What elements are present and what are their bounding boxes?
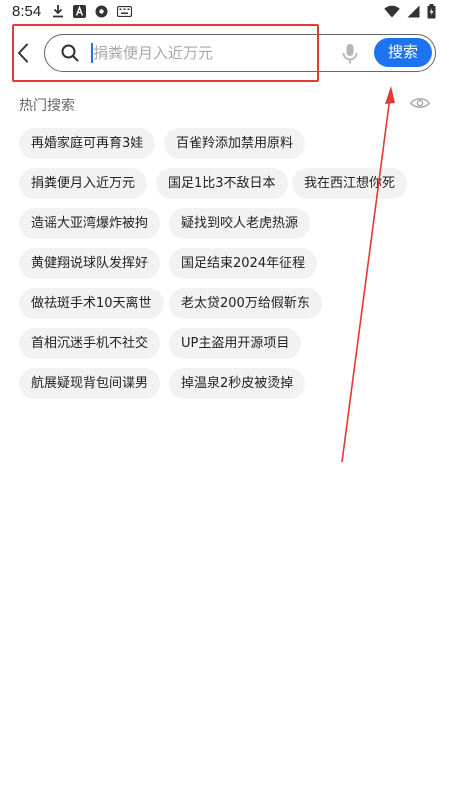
back-button[interactable] [12,40,34,66]
download-icon [53,5,63,18]
hot-search-tag[interactable]: 黄健翔说球队发挥好 [19,248,161,279]
status-bar: 8:54 [0,0,450,24]
search-input[interactable] [89,39,333,67]
hot-search-tag[interactable]: 捐粪便月入近万元 [19,168,148,199]
hot-search-tag[interactable]: 造谣大亚湾爆炸被拘 [19,208,161,239]
record-icon [95,5,108,17]
search-icon [61,44,79,62]
hot-search-tag[interactable]: 老太贷200万给假靳东 [169,288,322,319]
hot-search-title: 热门搜索 [19,98,75,114]
hot-search-tag[interactable]: 疑找到咬人老虎热源 [169,208,311,239]
search-box[interactable]: 搜索 [44,34,436,72]
hot-search-tag[interactable]: 首相沉迷手机不社交 [19,328,161,359]
hot-search-tag[interactable]: 再婚家庭可再育3娃 [19,128,156,159]
tag-row: 做祛斑手术10天离世 老太贷200万给假靳东 [19,288,439,320]
tag-row: 再婚家庭可再育3娃 百雀羚添加禁用原料 [19,128,439,160]
keyboard-icon [117,5,132,17]
search-button[interactable]: 搜索 [374,38,432,67]
status-icons-right [384,4,436,19]
hot-search-tag[interactable]: 百雀羚添加禁用原料 [164,128,306,159]
hot-search-tag[interactable]: UP主盗用开源项目 [169,328,302,359]
battery-icon [427,4,436,19]
signal-icon [407,5,420,18]
hot-search-tag[interactable]: 做祛斑手术10天离世 [19,288,164,319]
tag-row: 航展疑现背包间谍男 掉温泉2秒皮被烫掉 [19,368,439,400]
search-header: 搜索 [0,28,450,76]
tag-row: 造谣大亚湾爆炸被拘 疑找到咬人老虎热源 [19,208,439,240]
hot-search-tag[interactable]: 国足结束2024年征程 [169,248,318,279]
hot-search-tag[interactable]: 我在西江想你死 [292,168,408,199]
tag-row: 黄健翔说球队发挥好 国足结束2024年征程 [19,248,439,280]
screen: 8:54 捐粪便月入近万元 搜索 热门搜索 再婚家庭可再育3娃 百雀羚添加禁用原… [0,0,450,800]
hot-search-tag[interactable]: 航展疑现背包间谍男 [19,368,161,399]
hot-search-tag[interactable]: 国足1比3不敌日本 [156,168,288,199]
microphone-icon[interactable] [341,43,359,65]
tag-row: 捐粪便月入近万元 国足1比3不敌日本 我在西江想你死 [19,168,439,200]
eye-icon[interactable] [410,95,430,111]
chevron-left-icon [18,43,28,63]
tag-row: 首相沉迷手机不社交 UP主盗用开源项目 [19,328,439,360]
annotation-arrow [341,86,395,463]
hot-search-tag[interactable]: 掉温泉2秒皮被烫掉 [169,368,306,399]
status-time: 8:54 [12,3,42,20]
status-icons-left [52,4,132,18]
text-a-icon [73,4,86,18]
wifi-icon [384,5,400,18]
